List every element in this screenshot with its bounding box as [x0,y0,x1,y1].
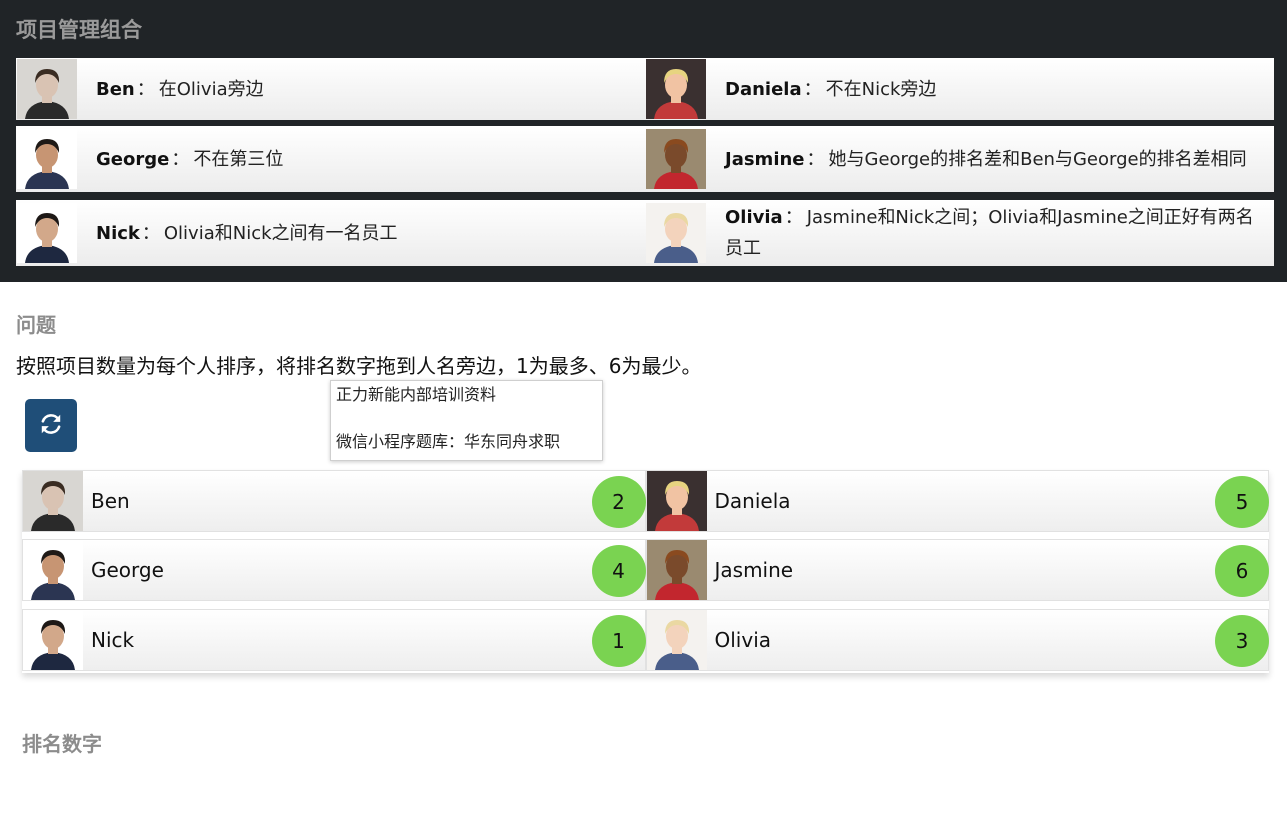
daniela-photo [646,59,706,119]
clue-row: Ben：在Olivia旁边 Daniela：不在Nick旁边 [16,58,1274,120]
clue-text: Jasmine：她与George的排名差和Ben与George的排名差相同 [725,148,1247,170]
clue-person-name: Olivia [725,207,783,228]
jasmine-photo [646,540,707,600]
clue-person-name: Daniela [725,78,802,100]
clue-statement: Jasmine和Nick之间；Olivia和Jasmine之间正好有两名员工 [725,207,1254,259]
answer-name: George [91,558,164,582]
answer-slot-nick[interactable]: Nick 1 [22,609,646,671]
clue-row: Nick： Olivia和Nick之间有一名员工 Olivia： Jasmine和N… [16,200,1274,266]
rank-badge[interactable]: 6 [1215,545,1269,597]
daniela-photo [646,471,707,531]
popup-line-2: 微信小程序题库：华东同舟求职 [336,432,561,451]
answer-slot-george[interactable]: George 4 [22,539,646,601]
clue-text: Nick： Olivia和Nick之间有一名员工 [96,222,398,244]
clue-george: George：不在第三位 [16,126,645,192]
answer-grid: Ben 2 Daniela 5 George 4 Jasmine 6 Nick … [22,470,1269,673]
answer-name: Daniela [714,489,791,513]
jasmine-photo [646,129,706,189]
olivia-photo [646,610,707,670]
refresh-icon [38,411,64,441]
answer-name: Jasmine [714,558,794,582]
olivia-photo [646,203,706,263]
clue-person-name: George [96,148,170,170]
clue-person-name: Ben [96,78,135,100]
ben-photo [23,471,83,531]
clue-statement: Olivia和Nick之间有一名员工 [163,222,398,244]
clue-panel: 项目管理组合 Ben：在Olivia旁边 Daniela：不在Nick旁边 Ge… [0,0,1287,282]
clue-statement: 在Olivia旁边 [158,78,264,100]
question-heading: 问题 [16,313,56,337]
answer-name: Olivia [714,628,772,652]
clue-statement: 不在Nick旁边 [825,78,937,100]
clue-text: Ben：在Olivia旁边 [96,78,264,100]
ben-photo [17,59,77,119]
clue-daniela: Daniela：不在Nick旁边 [645,58,1274,120]
clue-row: George：不在第三位 Jasmine：她与George的排名差和Ben与Ge… [16,126,1274,192]
answer-slot-daniela[interactable]: Daniela 5 [645,470,1269,532]
clue-text: Olivia： Jasmine和Nick之间；Olivia和Jasmine之间正好… [725,207,1254,259]
answer-row: George 4 Jasmine 6 [22,539,1269,601]
answer-slot-olivia[interactable]: Olivia 3 [645,609,1269,671]
answer-name: Nick [91,628,135,652]
answer-slot-ben[interactable]: Ben 2 [22,470,646,532]
clue-person-name: Nick [96,222,140,244]
watermark-popup: 正力新能内部培训资料 微信小程序题库：华东同舟求职 [330,380,603,461]
rank-badge[interactable]: 1 [591,615,646,667]
clue-statement: 不在第三位 [193,148,284,170]
rank-badge[interactable]: 4 [591,545,646,597]
george-photo [17,129,77,189]
nick-photo [17,203,77,263]
nick-photo [23,610,83,670]
clue-nick: Nick： Olivia和Nick之间有一名员工 [16,200,645,266]
rank-badge[interactable]: 3 [1215,615,1269,667]
answer-name: Ben [91,489,130,513]
rank-numbers-heading: 排名数字 [22,732,102,756]
answer-row: Nick 1 Olivia 3 [22,609,1269,671]
panel-title: 项目管理组合 [16,18,142,42]
answer-row: Ben 2 Daniela 5 [22,470,1269,532]
clue-jasmine: Jasmine：她与George的排名差和Ben与George的排名差相同 [645,126,1274,192]
george-photo [23,540,83,600]
answer-slot-jasmine[interactable]: Jasmine 6 [645,539,1269,601]
reset-button[interactable] [25,399,77,452]
clue-statement: 她与George的排名差和Ben与George的排名差相同 [828,148,1247,170]
question-text: 按照项目数量为每个人排序，将排名数字拖到人名旁边，1为最多、6为最少。 [16,354,702,378]
clue-text: George：不在第三位 [96,148,284,170]
clue-olivia: Olivia： Jasmine和Nick之间；Olivia和Jasmine之间正好… [645,200,1274,266]
clue-text: Daniela：不在Nick旁边 [725,78,937,100]
clue-ben: Ben：在Olivia旁边 [16,58,645,120]
rank-badge[interactable]: 2 [591,476,646,528]
clue-person-name: Jasmine [725,148,805,170]
rank-badge[interactable]: 5 [1215,476,1269,528]
popup-line-1: 正力新能内部培训资料 [336,385,497,404]
